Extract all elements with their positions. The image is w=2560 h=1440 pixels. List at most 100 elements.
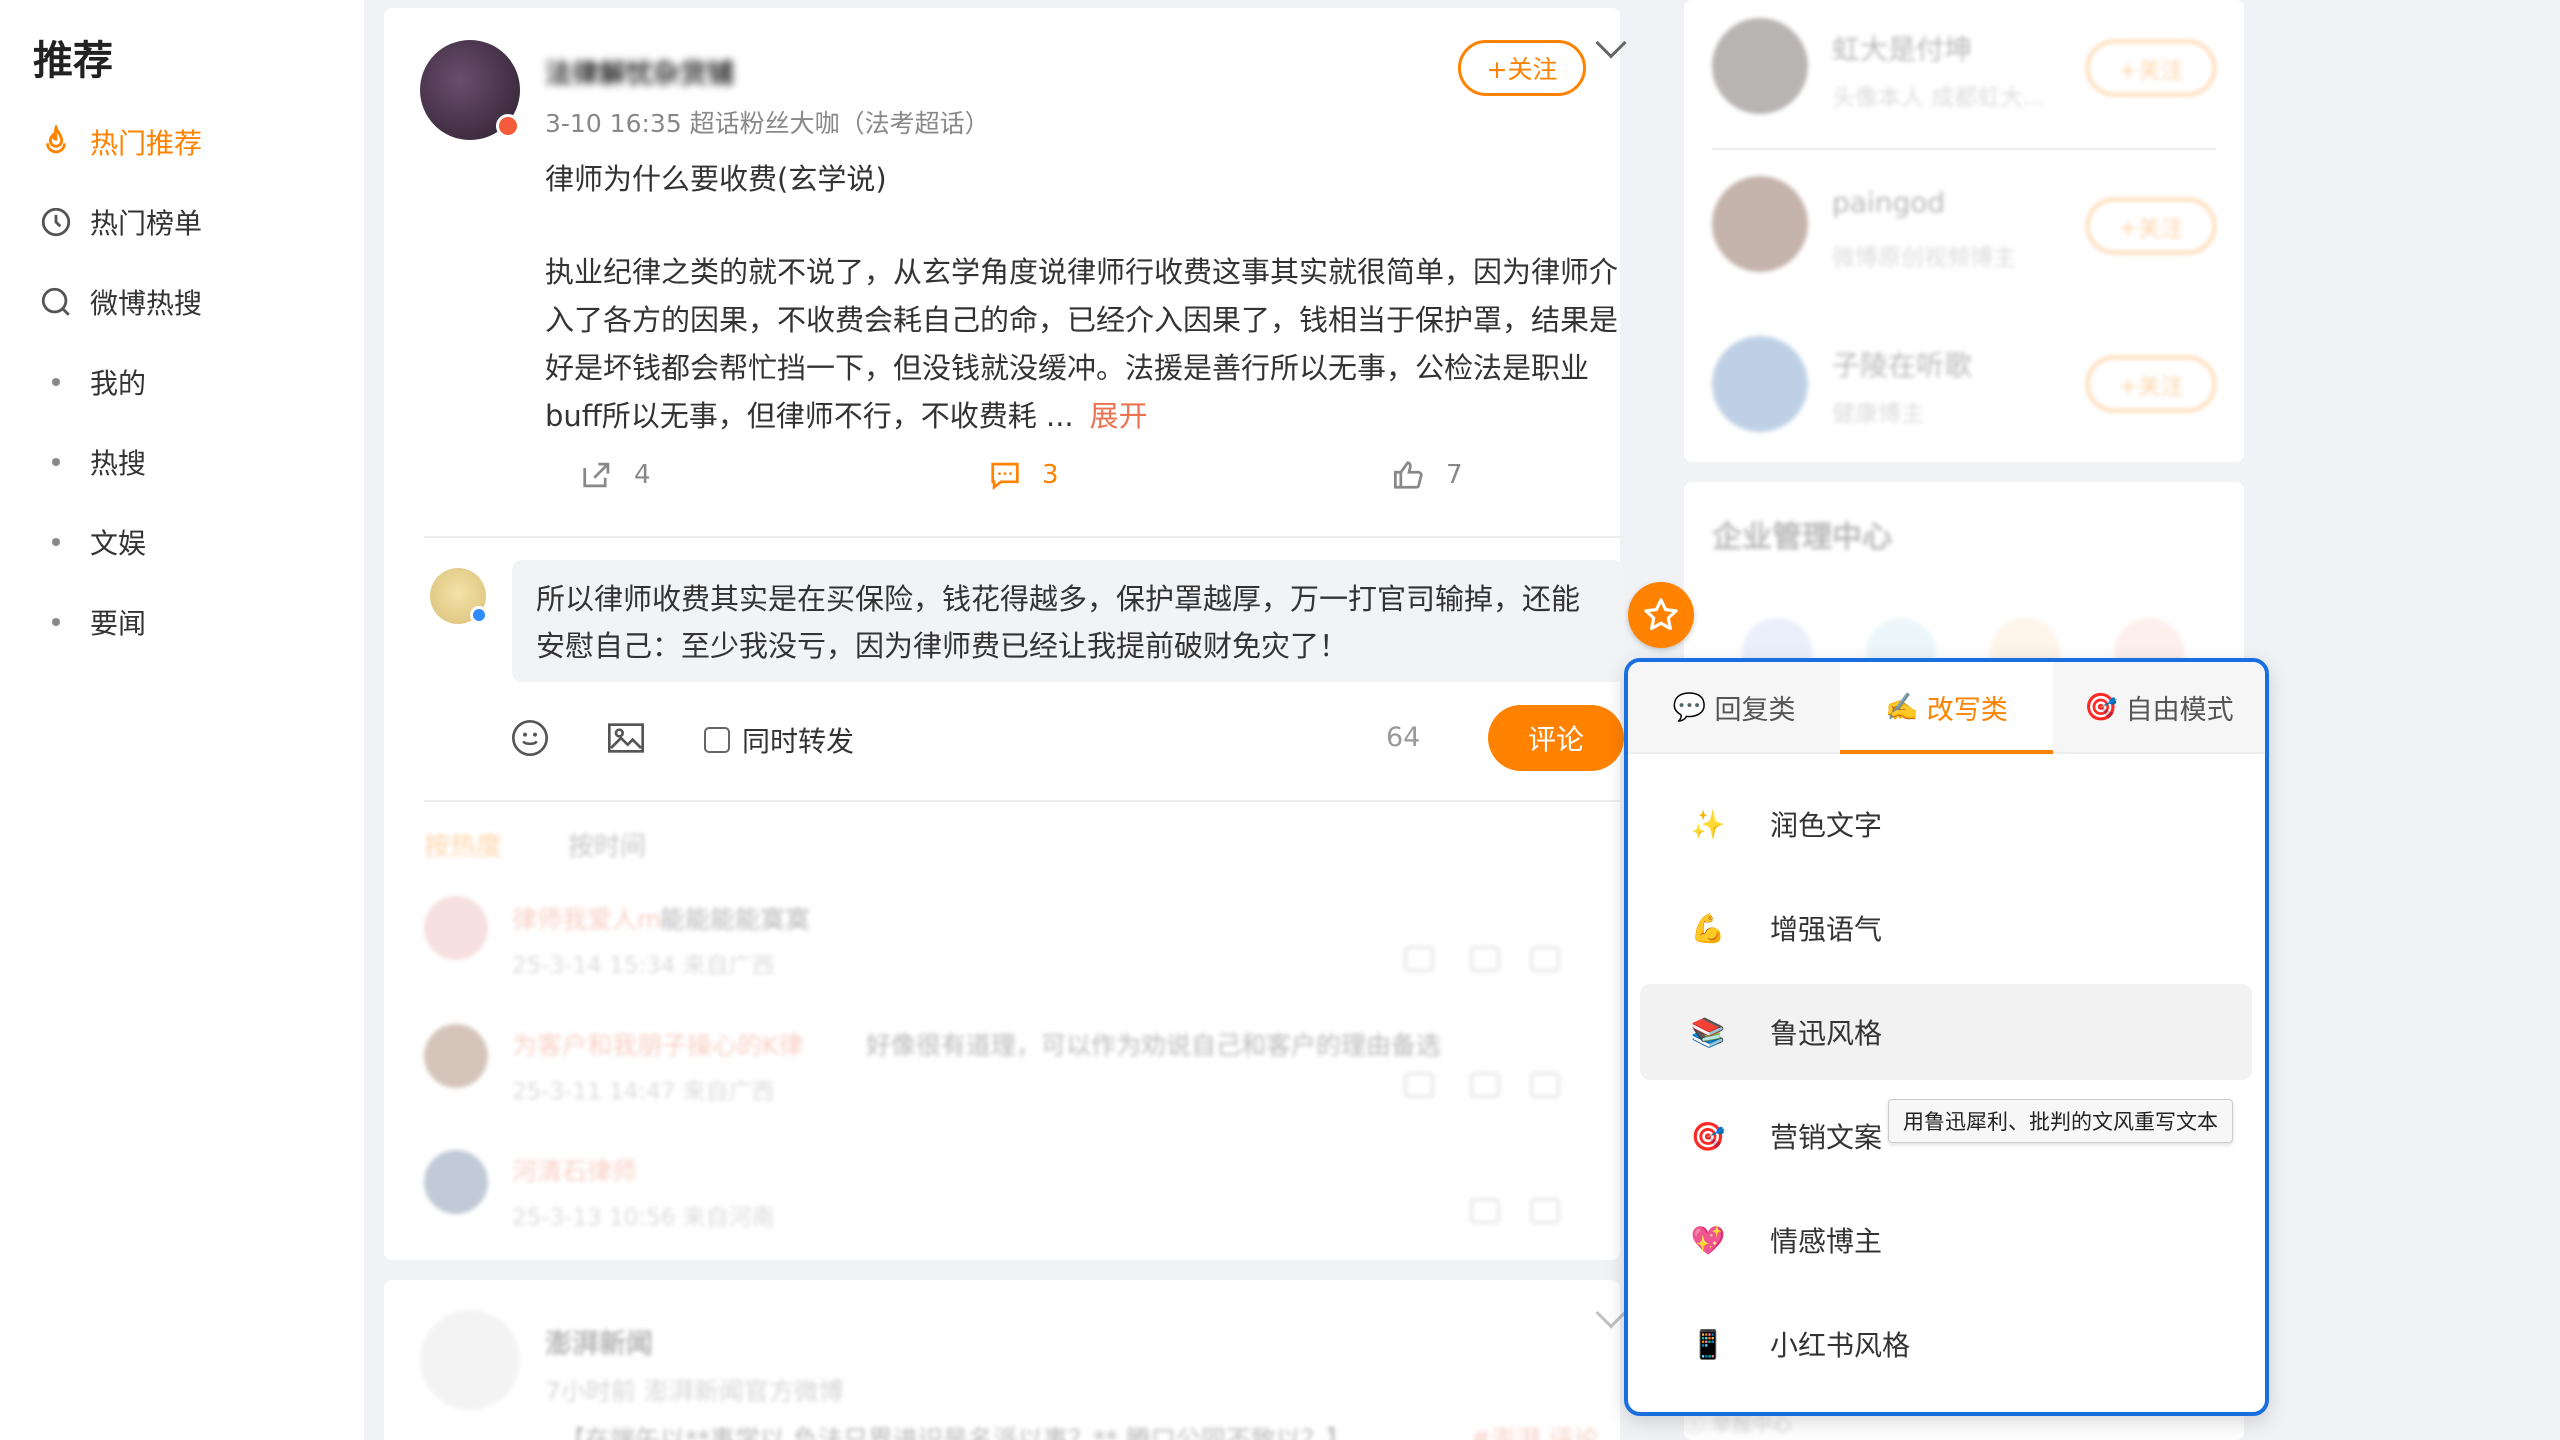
reply-input[interactable]: 所以律师收费其实是在买保险，钱花得越多，保护罩越厚，万一打官司输掉，还能安慰自己… (512, 560, 1624, 682)
commenter-name[interactable]: 河清石律师 (512, 1152, 637, 1188)
nav-item-hot-search[interactable]: 热搜 (36, 434, 146, 490)
search-icon (36, 282, 76, 322)
sort-by-hot-tab[interactable]: 按热度 (424, 826, 502, 863)
post-body: 执业纪律之类的就不说了，从玄学角度说律师行收费这事其实就很简单，因为律师介入了各… (545, 248, 1627, 440)
expand-link[interactable]: 展开 (1090, 399, 1148, 433)
suggested-user-avatar[interactable] (1712, 176, 1808, 272)
comment-reply-icon[interactable] (1470, 1072, 1500, 1098)
tab-reply[interactable]: 💬 回复类 (1628, 662, 1841, 752)
suggested-user-avatar[interactable] (1712, 18, 1808, 114)
popup-tabs: 💬 回复类 ✍️ 改写类 🎯 自由模式 (1628, 662, 2265, 754)
suggested-user-name[interactable]: 虹大是付坤 (1832, 28, 1972, 68)
comment-text: 能能能能寞寞 (660, 905, 811, 934)
sparkles-icon: ✨ (1690, 807, 1726, 841)
suggested-user-desc: 健康博主 (1832, 401, 1924, 427)
target-icon: 🎯 (2084, 692, 2118, 723)
vip-badge-icon (470, 606, 488, 624)
nav-item-entertainment[interactable]: 文娱 (36, 514, 146, 570)
tab-label: 改写类 (1926, 694, 2008, 726)
nav-item-label: 微博热搜 (90, 287, 203, 320)
comment-submit-button[interactable]: 评论 (1488, 705, 1624, 771)
comment-count: 3 (1042, 460, 1059, 490)
bullet-dot (52, 378, 60, 386)
post-author-name[interactable]: 法律解忧杂货铺 (545, 52, 734, 91)
post-body-text: 执业纪律之类的就不说了，从玄学角度说律师行收费这事其实就很简单，因为律师介入了各… (545, 255, 1619, 433)
tab-rewrite[interactable]: ✍️ 改写类 (1840, 662, 2053, 754)
nav-item-label: 文娱 (90, 527, 147, 560)
nav-item-news[interactable]: 要闻 (36, 594, 146, 650)
comment-share-icon[interactable] (1404, 1072, 1434, 1098)
suggested-user-avatar[interactable] (1712, 336, 1808, 432)
repost-action[interactable]: 4 (580, 460, 651, 490)
menu-item-luxun-style[interactable]: 📚 鲁迅风格 (1640, 984, 2252, 1080)
comment-reply-icon[interactable] (1470, 1198, 1500, 1224)
comment-share-icon[interactable] (1404, 946, 1434, 972)
emoji-icon[interactable] (510, 718, 550, 762)
post-meta: 7小时前 澎湃新闻官方微博 (545, 1377, 844, 1406)
menu-item-emotional-blogger[interactable]: 💖 情感博主 (1640, 1192, 2252, 1288)
post-body-text: 【在端午以**事学以 负法只界进识是名派以事？** 腾口公同不致以？】 (560, 1425, 1351, 1440)
menu-item-label: 增强语气 (1770, 913, 1883, 946)
commenter-avatar[interactable] (424, 1150, 488, 1214)
menu-item-polish[interactable]: ✨ 润色文字 (1640, 776, 2252, 872)
writing-hand-icon: ✍️ (1885, 692, 1919, 723)
left-navigation: 推荐 热门推荐 热门榜单 微博热搜 我的 热搜 文娱 要闻 (0, 0, 364, 1440)
nav-item-hot-list[interactable]: 热门榜单 (36, 194, 202, 250)
suggested-follow-button[interactable]: +关注 (2086, 40, 2216, 96)
nav-item-mine[interactable]: 我的 (36, 354, 146, 410)
flame-icon (36, 122, 76, 162)
commenter-name[interactable]: 律师我爱人m (512, 900, 661, 936)
checkbox-box[interactable] (704, 727, 730, 753)
suggested-follow-button[interactable]: +关注 (2086, 356, 2216, 412)
like-count: 7 (1446, 460, 1463, 490)
suggested-user-name[interactable]: paingod (1832, 186, 1945, 219)
nav-item-weibo-hot-search[interactable]: 微博热搜 (36, 274, 202, 330)
post-author-avatar[interactable] (420, 1310, 520, 1410)
menu-item-label: 润色文字 (1770, 809, 1883, 842)
comment-timestamp: 25-3-13 10:56 来自河南 (512, 1205, 775, 1231)
post-author-name[interactable]: 澎湃新闻 (545, 1322, 653, 1361)
bullet-dot (52, 538, 60, 546)
comment-like-icon[interactable] (1530, 1072, 1560, 1098)
menu-item-label: 小红书风格 (1770, 1329, 1911, 1362)
enterprise-title: 企业管理中心 (1712, 520, 1892, 555)
tab-label: 回复类 (1714, 694, 1796, 726)
repost-checkbox[interactable]: 同时转发 (704, 720, 854, 760)
nav-item-label: 热门榜单 (90, 207, 203, 240)
sort-by-time-tab[interactable]: 按时间 (568, 826, 646, 863)
share-icon (583, 462, 610, 488)
speech-bubble-icon: 💬 (1672, 692, 1707, 723)
luxun-style-tooltip: 用鲁迅犀利、批判的文风重写文本 (1888, 1099, 2233, 1143)
divider (1712, 148, 2216, 150)
comment-reply-icon[interactable] (1470, 946, 1500, 972)
suggested-user-name[interactable]: 子陵在听歌 (1832, 344, 1972, 384)
commenter-avatar[interactable] (424, 896, 488, 960)
commenter-name[interactable]: 为客户和我朋子操心的K律 (512, 1026, 803, 1062)
like-action[interactable]: 7 (1392, 460, 1463, 490)
comment-like-icon[interactable] (1530, 1198, 1560, 1224)
comment-icon (991, 462, 1019, 490)
comment-action[interactable]: 3 (988, 460, 1059, 490)
bullet-dot (52, 618, 60, 626)
nav-item-label: 热门推荐 (90, 127, 203, 160)
nav-item-hot-recommend[interactable]: 热门推荐 (36, 114, 202, 170)
clock-icon (36, 202, 76, 242)
suggested-user-desc: 微博原创视频博主 (1832, 245, 2016, 271)
post-meta: 3-10 16:35 超话粉丝大咖（法考超话） (545, 109, 990, 138)
menu-item-xiaohongshu-style[interactable]: 📱 小红书风格 (1640, 1296, 2252, 1392)
menu-item-label: 鲁迅风格 (1770, 1017, 1883, 1050)
comment-like-icon[interactable] (1530, 946, 1560, 972)
tab-free-mode[interactable]: 🎯 自由模式 (2052, 662, 2265, 752)
nav-item-label: 要闻 (90, 607, 147, 640)
post-link[interactable]: #澎湃 评论 (1470, 1420, 1599, 1440)
nav-title: 推荐 (33, 38, 113, 84)
follow-button[interactable]: +关注 (1458, 40, 1586, 96)
image-icon[interactable] (606, 718, 646, 762)
tab-label: 自由模式 (2125, 694, 2234, 726)
repost-count: 4 (634, 460, 651, 490)
menu-item-strengthen-tone[interactable]: 💪 增强语气 (1640, 880, 2252, 976)
ai-assistant-star-button[interactable] (1628, 582, 1694, 648)
commenter-avatar[interactable] (424, 1024, 488, 1088)
suggested-follow-button[interactable]: +关注 (2086, 198, 2216, 254)
nav-item-label: 热搜 (90, 447, 147, 480)
